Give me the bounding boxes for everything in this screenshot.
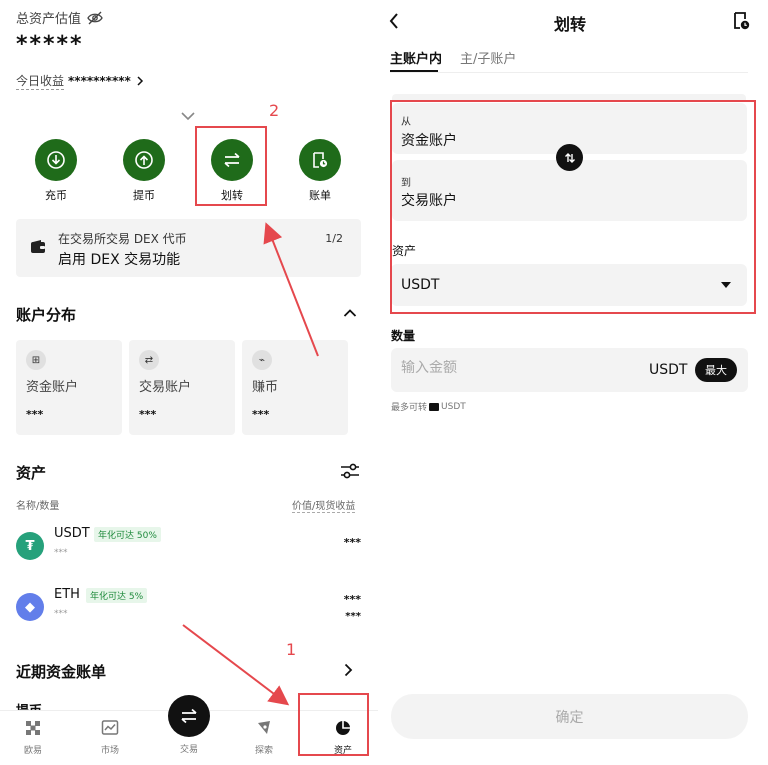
banner-subtitle: 启用 DEX 交易功能	[58, 252, 181, 268]
apy-badge: 年化可达 5%	[86, 588, 148, 603]
account-distribution-title: 账户分布	[16, 306, 77, 324]
nav-item-market[interactable]: 市场	[80, 717, 140, 756]
tab-main-sub-account[interactable]: 主/子账户	[460, 48, 516, 67]
asset-value: ***	[343, 536, 361, 549]
deposit-icon	[35, 139, 77, 181]
asset-row-usdt[interactable]: ₮ USDT 年化可达 50% *** ***	[16, 526, 361, 576]
total-balance: *****	[16, 32, 84, 57]
asset-symbol: USDT	[54, 526, 90, 541]
eth-logo-icon: ◆	[16, 593, 44, 621]
funding-account-card[interactable]: ⊞ 资金账户 ***	[16, 340, 122, 435]
annotation-box-transfer	[195, 126, 267, 206]
max-available-unit: USDT	[441, 401, 466, 412]
nav-label-market: 市场	[100, 746, 119, 756]
funding-account-icon: ⊞	[26, 350, 46, 370]
today-earnings-value: **********	[68, 74, 131, 88]
trading-account-icon: ⇄	[139, 350, 159, 370]
asset-pnl: ***	[345, 611, 361, 622]
annotation-box-assets-tab	[298, 693, 369, 756]
funding-account-value: ***	[26, 408, 44, 421]
filter-settings-icon[interactable]	[340, 462, 360, 480]
asset-row-eth[interactable]: ◆ ETH 年化可达 5% *** *** ***	[16, 587, 361, 637]
deposit-label: 充币	[45, 189, 67, 202]
usdt-logo-icon: ₮	[16, 532, 44, 560]
eye-off-icon[interactable]	[87, 10, 103, 26]
amount-field: USDT 最大	[391, 348, 748, 392]
max-available: 最多可转 USDT	[391, 400, 466, 414]
banner-title: 在交易所交易 DEX 代币	[58, 232, 187, 246]
withdraw-label: 提币	[133, 189, 155, 202]
bill-button[interactable]: 账单	[280, 139, 360, 203]
wallet-icon	[31, 240, 45, 253]
nav-label-explore: 探索	[254, 746, 273, 756]
today-earnings-label: 今日收益	[16, 74, 65, 90]
asset-symbol: ETH	[54, 587, 80, 602]
trading-account-name: 交易账户	[139, 380, 192, 395]
amount-input[interactable]	[401, 360, 601, 376]
banner-page-indicator: 1/2	[325, 232, 343, 245]
nav-item-explore[interactable]: 探索	[234, 717, 294, 756]
app-screenshot: 总资产估值 ***** 今日收益 ********** 充币 提币 划转 账单 …	[0, 0, 768, 765]
nav-item-home[interactable]: 欧易	[3, 717, 63, 756]
earn-account-value: ***	[252, 408, 270, 421]
earn-account-name: 赚币	[252, 380, 279, 395]
trade-icon	[181, 708, 197, 724]
nav-label-trade: 交易	[179, 745, 198, 755]
home-icon	[26, 721, 40, 735]
withdraw-button[interactable]: 提币	[104, 139, 184, 203]
asset-amount: ***	[54, 548, 68, 558]
chevron-down-icon[interactable]	[180, 110, 196, 122]
nav-label-home: 欧易	[23, 746, 42, 756]
chevron-up-icon[interactable]	[343, 308, 357, 318]
asset-amount: ***	[54, 609, 68, 619]
bill-label: 账单	[309, 189, 331, 202]
tab-divider	[390, 72, 748, 73]
annotation-number-2: 2	[269, 101, 280, 120]
chevron-right-icon[interactable]	[344, 663, 353, 677]
asset-value: ***	[343, 593, 361, 606]
page-title: 划转	[553, 15, 586, 34]
total-assets-label: 总资产估值	[16, 8, 103, 27]
apy-badge: 年化可达 50%	[94, 527, 161, 542]
bill-icon	[299, 139, 341, 181]
dex-banner[interactable]: 在交易所交易 DEX 代币 启用 DEX 交易功能 1/2	[16, 219, 361, 277]
amount-label: 数量	[391, 329, 416, 343]
tab-within-main-account[interactable]: 主账户内	[390, 48, 442, 67]
market-icon	[101, 720, 119, 735]
assets-title: 资产	[16, 464, 47, 482]
redacted-amount	[429, 402, 440, 411]
annotation-box-transfer-form	[390, 100, 756, 314]
annotation-number-1: 1	[286, 640, 297, 659]
confirm-button[interactable]: 确定	[391, 694, 748, 739]
max-available-label: 最多可转	[391, 403, 428, 413]
trading-account-value: ***	[139, 408, 157, 421]
amount-unit: USDT	[649, 362, 688, 378]
funding-account-name: 资金账户	[26, 380, 79, 395]
earn-account-icon: ⌁	[252, 350, 272, 370]
trading-account-card[interactable]: ⇄ 交易账户 ***	[129, 340, 235, 435]
back-arrow-icon[interactable]	[388, 12, 400, 30]
withdraw-icon	[123, 139, 165, 181]
column-header-name: 名称/数量	[16, 501, 60, 512]
recent-bills-title: 近期资金账单	[16, 663, 107, 681]
chevron-right-icon	[137, 76, 143, 86]
earn-account-card[interactable]: ⌁ 赚币 ***	[242, 340, 348, 435]
today-earnings[interactable]: 今日收益 **********	[16, 72, 145, 90]
max-button[interactable]: 最大	[695, 358, 737, 382]
transfer-history-icon[interactable]	[732, 11, 750, 31]
deposit-button[interactable]: 充币	[16, 139, 96, 203]
total-assets-text: 总资产估值	[16, 12, 82, 27]
explore-icon	[258, 721, 270, 734]
column-header-value: 价值/现货收益	[292, 497, 356, 513]
nav-item-trade[interactable]	[168, 695, 210, 737]
